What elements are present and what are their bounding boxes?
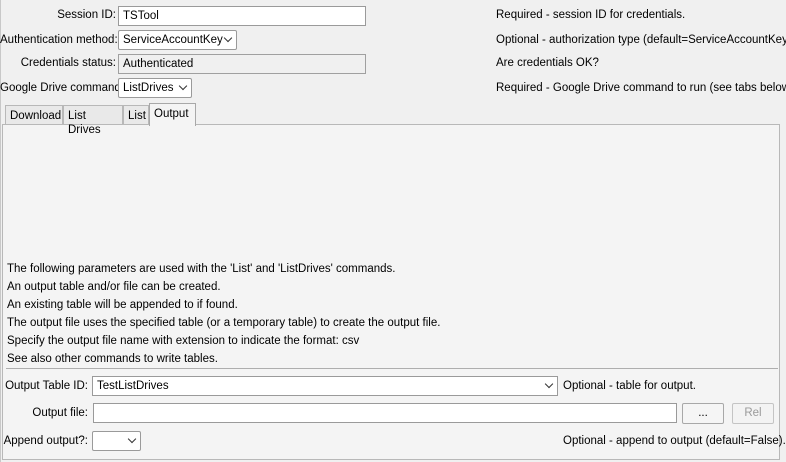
relative-path-button[interactable]: Rel bbox=[732, 403, 774, 424]
output-table-note: Optional - table for output. bbox=[563, 380, 696, 392]
session-id-field[interactable]: TSTool bbox=[118, 6, 366, 26]
info-line: The output file uses the specified table… bbox=[7, 317, 441, 329]
append-output-select[interactable] bbox=[92, 431, 141, 451]
drive-command-note: Required - Google Drive command to run (… bbox=[496, 82, 786, 94]
chevron-down-icon bbox=[178, 81, 188, 91]
credentials-status-note: Are credentials OK? bbox=[496, 57, 599, 69]
browse-button[interactable]: ... bbox=[682, 403, 724, 424]
output-file-field[interactable] bbox=[93, 403, 677, 423]
tab-list-drives[interactable]: List Drives bbox=[63, 105, 123, 136]
info-line: The following parameters are used with t… bbox=[7, 263, 396, 275]
tab-list[interactable]: List bbox=[123, 105, 149, 124]
auth-method-label: Authentication method: bbox=[0, 34, 118, 46]
credentials-status-label: Credentials status: bbox=[20, 57, 116, 69]
auth-method-select[interactable]: ServiceAccountKey bbox=[118, 30, 237, 50]
info-line: Specify the output file name with extens… bbox=[7, 335, 360, 347]
append-output-label: Append output?: bbox=[3, 435, 88, 447]
output-file-label: Output file: bbox=[32, 407, 88, 419]
output-table-select[interactable]: TestListDrives bbox=[92, 376, 558, 396]
info-line: An existing table will be appended to if… bbox=[7, 299, 238, 311]
session-id-label: Session ID: bbox=[57, 9, 116, 21]
chevron-down-icon bbox=[223, 33, 233, 43]
chevron-down-icon bbox=[544, 379, 554, 389]
info-line: An output table and/or file can be creat… bbox=[7, 281, 221, 293]
session-id-note: Required - session ID for credentials. bbox=[496, 9, 686, 21]
tab-download[interactable]: Download bbox=[5, 105, 63, 124]
tab-output[interactable]: Output bbox=[149, 103, 196, 126]
info-line: See also other commands to write tables. bbox=[7, 353, 218, 365]
window-left-border bbox=[0, 0, 1, 462]
drive-command-select[interactable]: ListDrives bbox=[118, 78, 192, 98]
auth-method-note: Optional - authorization type (default=S… bbox=[496, 34, 786, 46]
output-table-value: TestListDrives bbox=[97, 380, 169, 392]
drive-command-value: ListDrives bbox=[123, 82, 174, 94]
credentials-status-field: Authenticated bbox=[118, 54, 366, 74]
append-output-note: Optional - append to output (default=Fal… bbox=[563, 435, 786, 447]
output-table-label: Output Table ID: bbox=[5, 380, 88, 392]
auth-method-value: ServiceAccountKey bbox=[123, 34, 223, 46]
divider bbox=[6, 368, 778, 369]
drive-command-label: Google Drive command: bbox=[0, 82, 124, 94]
chevron-down-icon bbox=[127, 434, 137, 444]
